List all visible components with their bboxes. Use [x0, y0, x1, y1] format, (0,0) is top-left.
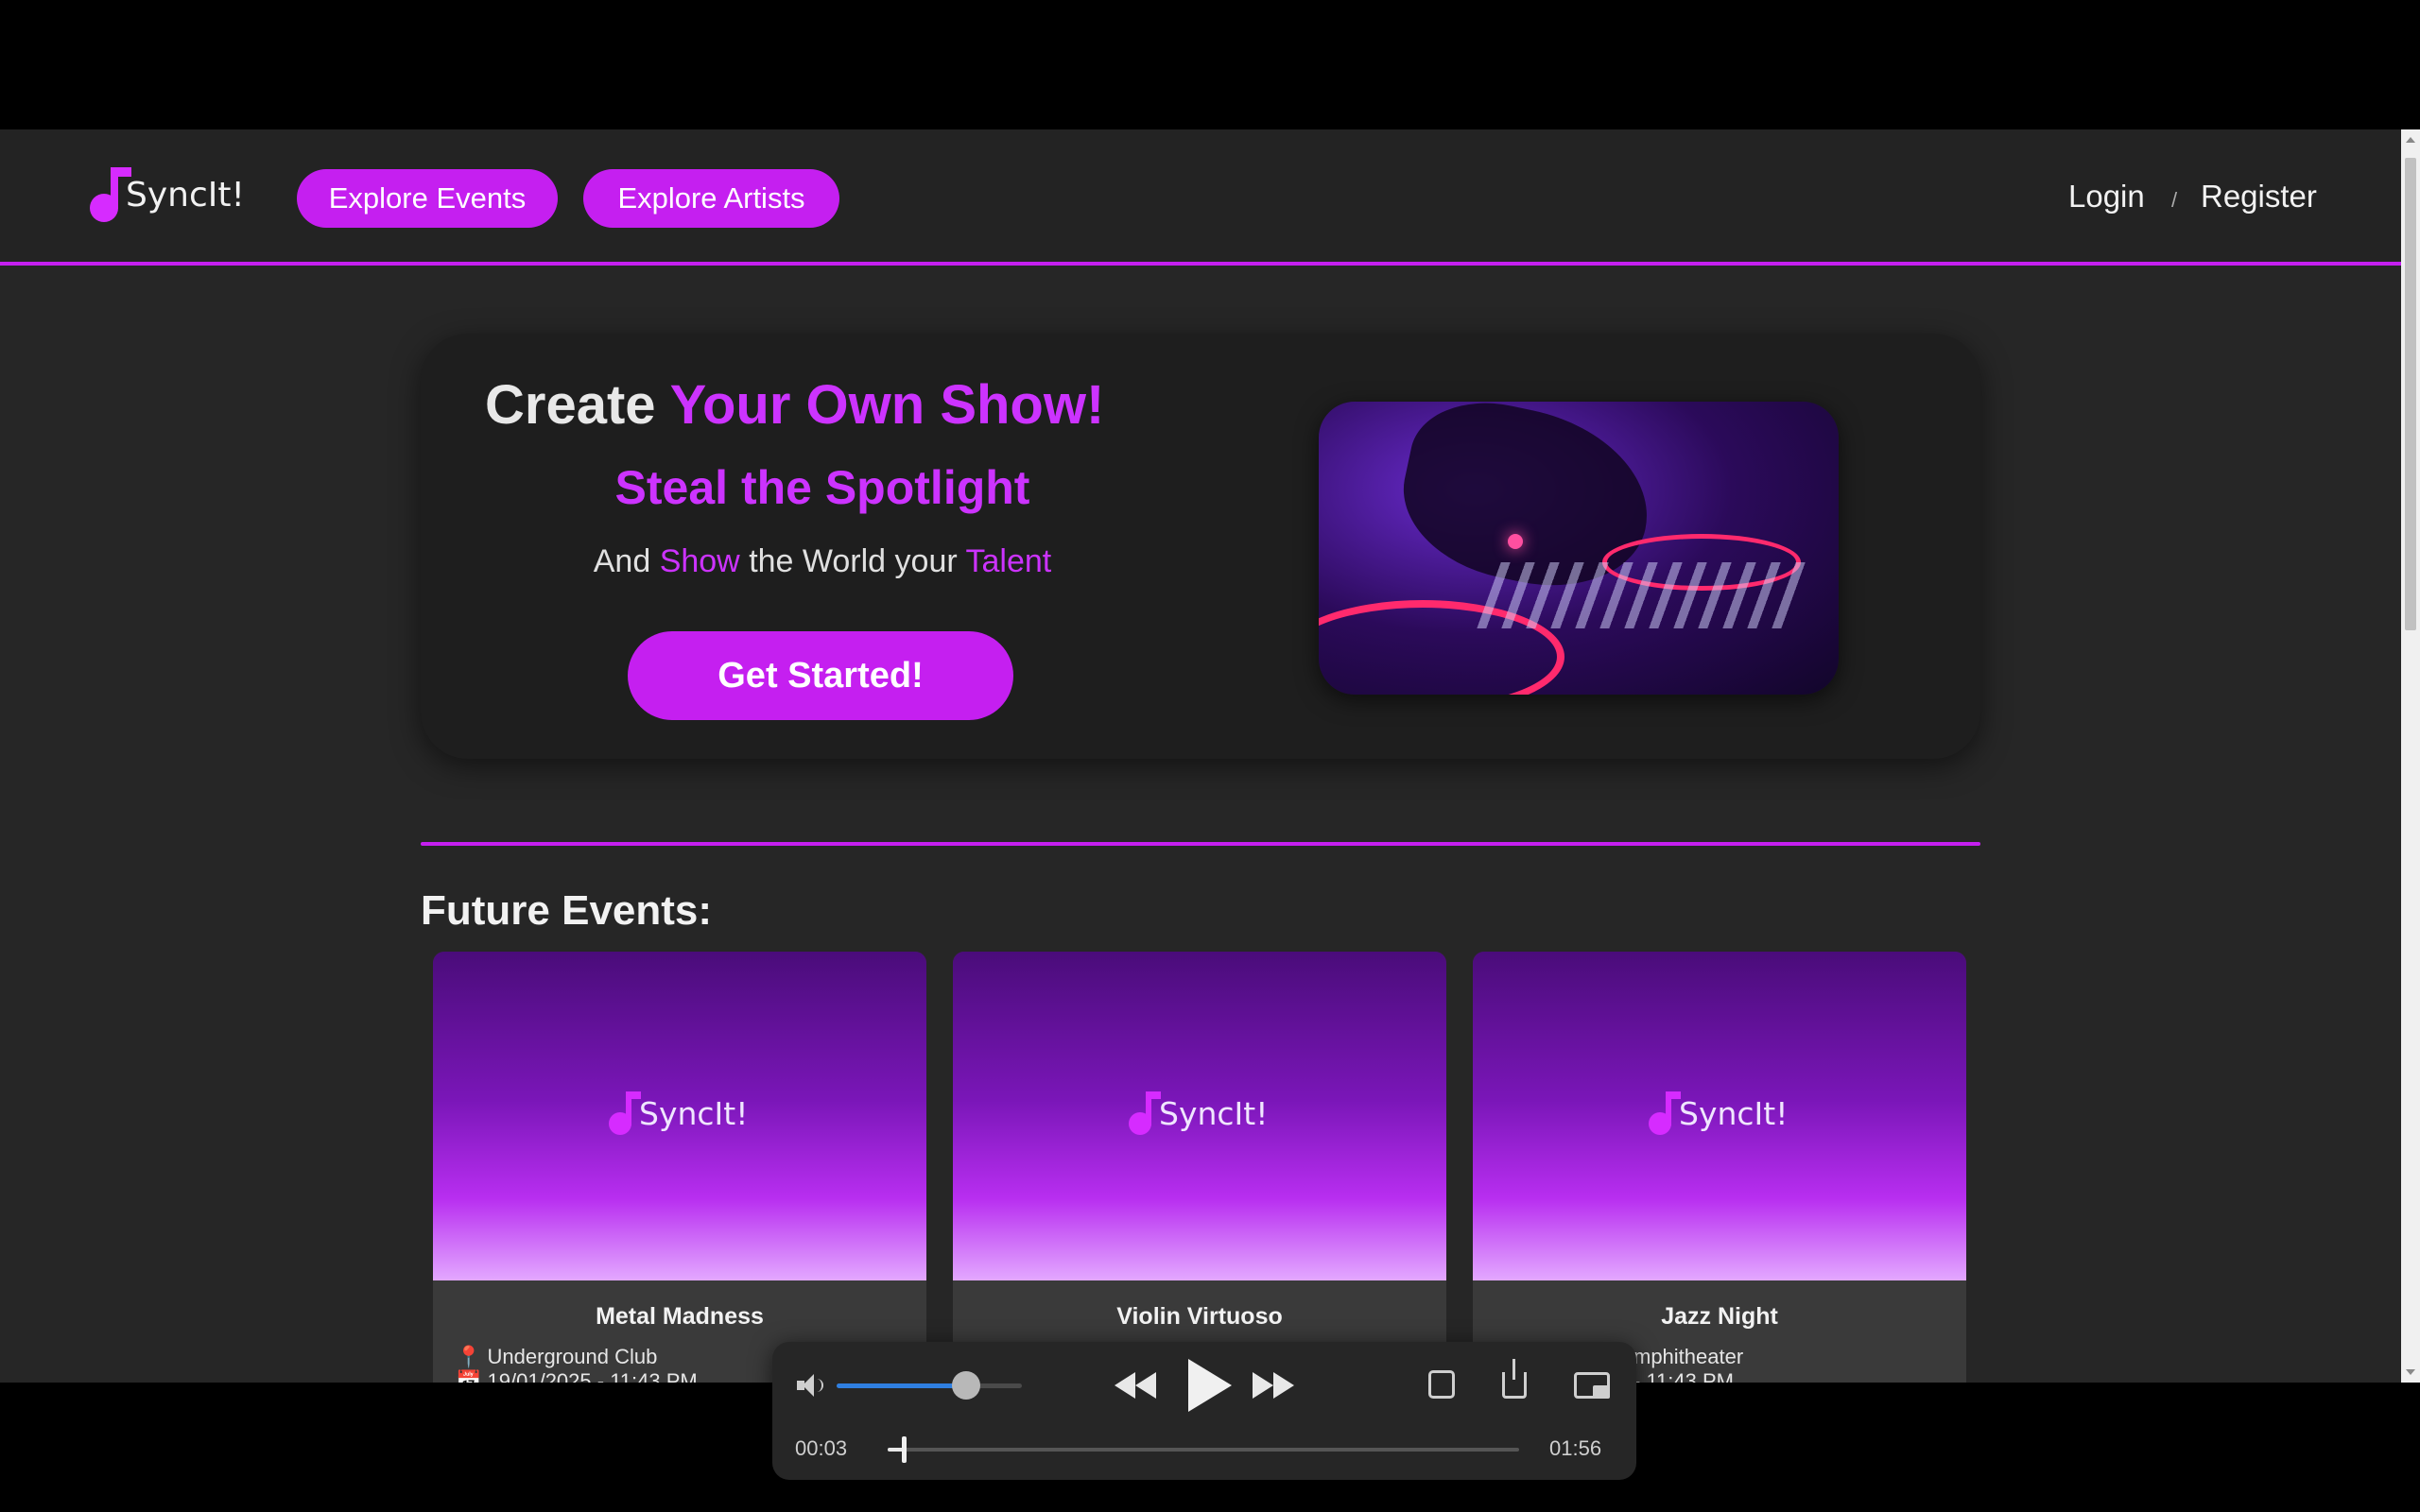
share-icon[interactable] [1502, 1359, 1527, 1399]
seek-bar[interactable] [888, 1436, 1519, 1463]
seek-knob[interactable] [902, 1436, 908, 1463]
event-logo-text: SyncIt! [639, 1094, 749, 1132]
event-card[interactable]: SyncIt! Metal Madness 📍 Underground Club… [433, 952, 926, 1383]
future-events-heading: Future Events: [421, 887, 713, 934]
event-date-text: 19/01/2025 - 11:43 PM [487, 1369, 698, 1383]
dj-mixer-image [1319, 402, 1839, 695]
login-link[interactable]: Login [2068, 179, 2145, 215]
media-player-controls: 00:03 01:56 [772, 1342, 1636, 1480]
browser-viewport: SyncIt! Explore Events Explore Artists L… [0, 129, 2401, 1383]
volume-knob[interactable] [952, 1371, 981, 1400]
event-location: 📍 Underground Club [456, 1345, 657, 1369]
event-logo-text: SyncIt! [1159, 1094, 1269, 1132]
hero-card: Create Your Own Show! Steal the Spotligh… [421, 334, 1980, 759]
brand-name: SyncIt! [126, 175, 245, 215]
get-started-button[interactable]: Get Started! [628, 631, 1013, 720]
event-logo-text: SyncIt! [1679, 1094, 1789, 1132]
event-logo: SyncIt! [609, 1091, 748, 1135]
event-location-text: Underground Club [487, 1345, 658, 1368]
auth-separator: / [2171, 188, 2178, 212]
location-pin-icon: 📍 [456, 1345, 482, 1368]
total-time: 01:56 [1549, 1436, 1602, 1460]
current-time: 00:03 [795, 1436, 848, 1460]
brand-logo[interactable]: SyncIt! [90, 167, 245, 222]
event-card[interactable]: SyncIt! Violin Virtuoso [953, 952, 1446, 1383]
volume-slider[interactable] [837, 1371, 1022, 1400]
music-note-icon [609, 1091, 641, 1135]
hero-title-highlight: Your Own Show! [669, 374, 1105, 436]
scroll-up-icon[interactable] [2406, 137, 2415, 143]
register-link[interactable]: Register [2201, 179, 2317, 215]
event-date: 📅 19/01/2025 - 11:43 PM [456, 1369, 698, 1383]
volume-icon[interactable] [797, 1374, 825, 1397]
tagline-talent: Talent [965, 543, 1052, 579]
page-scrollbar[interactable] [2401, 129, 2420, 1383]
event-location: mphitheater [1634, 1345, 1743, 1369]
event-title: Violin Virtuoso [1116, 1303, 1283, 1330]
hero-title: Create Your Own Show! [485, 373, 1104, 437]
music-note-icon [90, 167, 131, 222]
hero-tagline: And Show the World your Talent [421, 543, 1224, 580]
event-date-text: - 11:43 PM [1634, 1369, 1734, 1383]
tagline-mid: the World your [749, 543, 958, 579]
event-logo: SyncIt! [1649, 1091, 1788, 1135]
music-note-icon [1129, 1091, 1161, 1135]
picture-in-picture-icon[interactable] [1574, 1372, 1610, 1399]
volume-fill [837, 1383, 967, 1388]
hero-title-create: Create [485, 374, 656, 436]
rewind-icon[interactable] [1115, 1372, 1158, 1399]
hero-subtitle: Steal the Spotlight [614, 461, 1030, 514]
explore-artists-button[interactable]: Explore Artists [583, 169, 839, 228]
section-divider [421, 842, 1980, 846]
event-banner: SyncIt! [1473, 952, 1966, 1280]
event-title: Metal Madness [596, 1303, 764, 1330]
event-logo: SyncIt! [1129, 1091, 1268, 1135]
event-banner: SyncIt! [953, 952, 1446, 1280]
explore-events-button[interactable]: Explore Events [297, 169, 558, 228]
scroll-down-icon[interactable] [2406, 1369, 2415, 1375]
scrollbar-thumb[interactable] [2405, 158, 2416, 630]
tagline-show: Show [659, 543, 740, 579]
calendar-icon: 📅 [456, 1369, 482, 1383]
event-card[interactable]: SyncIt! Jazz Night mphitheater - 11:43 P… [1473, 952, 1966, 1383]
fast-forward-icon[interactable] [1253, 1372, 1296, 1399]
event-banner: SyncIt! [433, 952, 926, 1280]
music-note-icon [1649, 1091, 1681, 1135]
navbar: SyncIt! Explore Events Explore Artists L… [0, 129, 2401, 266]
play-icon[interactable] [1183, 1359, 1232, 1412]
tagline-and: And [593, 543, 651, 579]
event-location-text: mphitheater [1634, 1345, 1744, 1368]
repeat-icon[interactable] [1428, 1370, 1455, 1399]
event-title: Jazz Night [1661, 1303, 1778, 1330]
event-date: - 11:43 PM [1634, 1369, 1734, 1383]
